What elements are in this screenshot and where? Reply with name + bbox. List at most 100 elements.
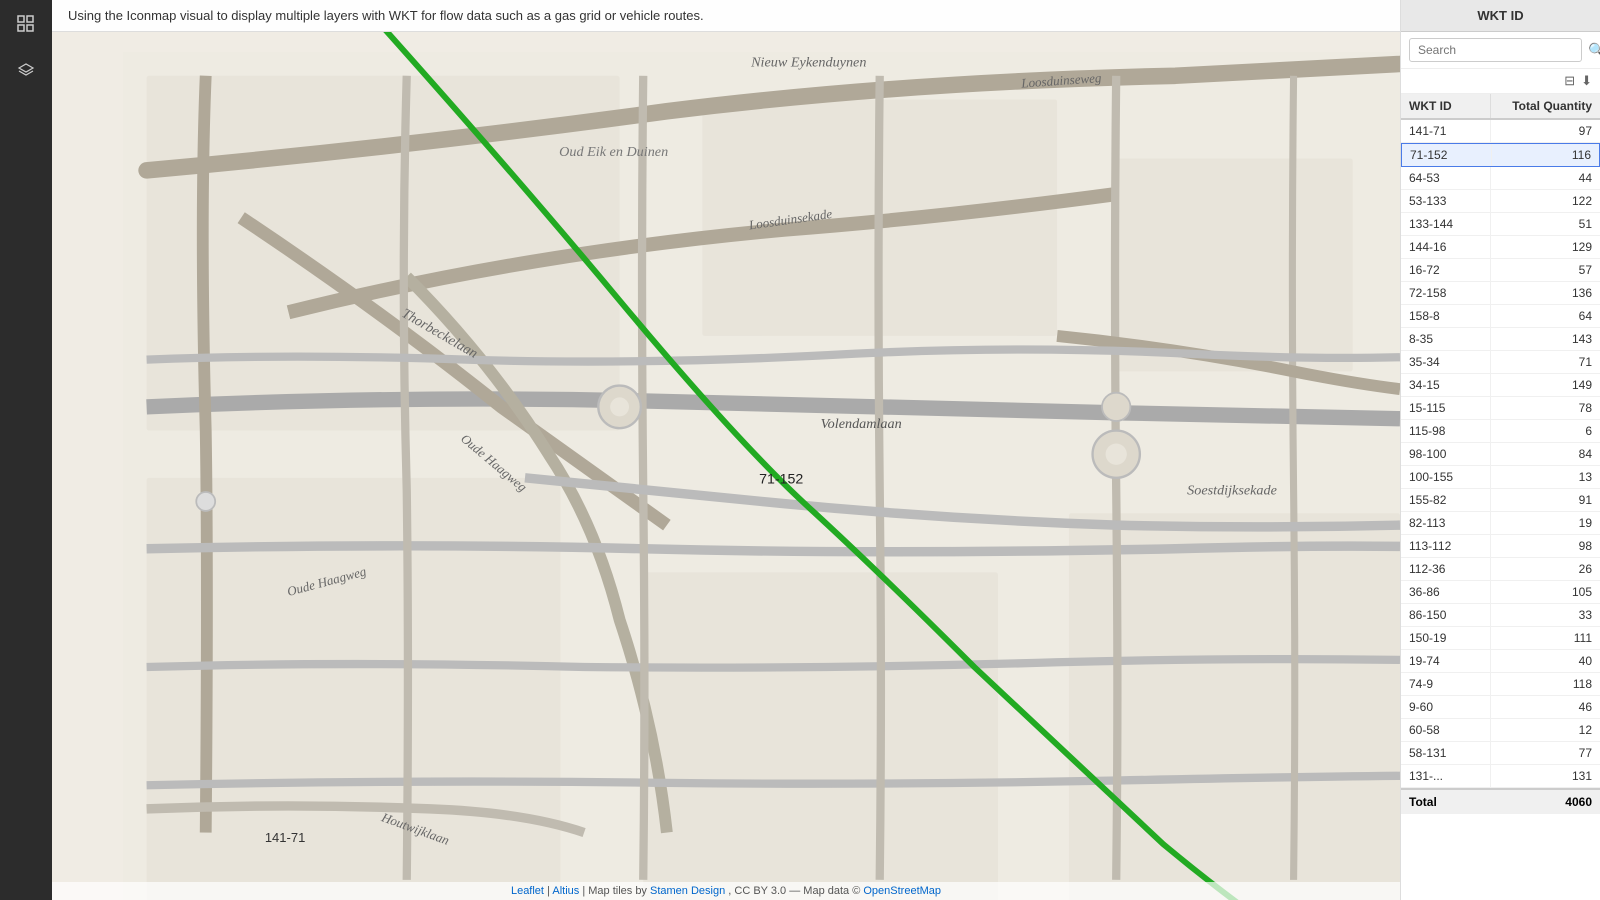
cell-wkt-id: 144-16 — [1401, 236, 1491, 258]
cell-total-qty: 57 — [1491, 259, 1600, 281]
table-row[interactable]: 155-8291 — [1401, 489, 1600, 512]
table-row[interactable]: 98-10084 — [1401, 443, 1600, 466]
svg-text:Volendamlaan: Volendamlaan — [821, 416, 902, 432]
cell-total-qty: 131 — [1491, 765, 1600, 787]
cell-wkt-id: 115-98 — [1401, 420, 1491, 442]
table-row[interactable]: 64-5344 — [1401, 167, 1600, 190]
cell-total-qty: 129 — [1491, 236, 1600, 258]
cell-wkt-id: 150-19 — [1401, 627, 1491, 649]
cell-wkt-id: 34-15 — [1401, 374, 1491, 396]
cell-wkt-id: 9-60 — [1401, 696, 1491, 718]
layers-icon[interactable] — [10, 52, 42, 84]
table-row[interactable]: 60-5812 — [1401, 719, 1600, 742]
osm-link[interactable]: OpenStreetMap — [863, 885, 941, 897]
table-row[interactable]: 100-15513 — [1401, 466, 1600, 489]
download-icon[interactable]: ⬇ — [1581, 73, 1592, 89]
cell-wkt-id: 15-115 — [1401, 397, 1491, 419]
table-row[interactable]: 8-35143 — [1401, 328, 1600, 351]
cell-total-qty: 71 — [1491, 351, 1600, 373]
cell-total-qty: 91 — [1491, 489, 1600, 511]
cell-total-qty: 84 — [1491, 443, 1600, 465]
cell-total-qty: 33 — [1491, 604, 1600, 626]
table-row[interactable]: 34-15149 — [1401, 374, 1600, 397]
table-row[interactable]: 58-13177 — [1401, 742, 1600, 765]
table-row[interactable]: 112-3626 — [1401, 558, 1600, 581]
table-row[interactable]: 82-11319 — [1401, 512, 1600, 535]
panel-title: WKT ID — [1401, 0, 1600, 32]
cell-wkt-id: 60-58 — [1401, 719, 1491, 741]
cell-wkt-id: 72-158 — [1401, 282, 1491, 304]
svg-text:Oud Eik en Duinen: Oud Eik en Duinen — [559, 144, 668, 160]
table-row[interactable]: 141-7197 — [1401, 120, 1600, 143]
table-row[interactable]: 131-...131 — [1401, 765, 1600, 788]
column-header-wkt-id: WKT ID — [1401, 94, 1491, 118]
table-row[interactable]: 19-7440 — [1401, 650, 1600, 673]
cell-total-qty: 19 — [1491, 512, 1600, 534]
grid-icon[interactable] — [10, 8, 42, 40]
cell-total-qty: 118 — [1491, 673, 1600, 695]
table-row[interactable]: 15-11578 — [1401, 397, 1600, 420]
cell-wkt-id: 133-144 — [1401, 213, 1491, 235]
cell-wkt-id: 64-53 — [1401, 167, 1491, 189]
altius-link[interactable]: Altius — [552, 885, 579, 897]
table-row[interactable]: 144-16129 — [1401, 236, 1600, 259]
cc-text: , CC BY 3.0 — [728, 885, 786, 897]
cell-total-qty: 64 — [1491, 305, 1600, 327]
table-row[interactable]: 36-86105 — [1401, 581, 1600, 604]
data-table: WKT ID Total Quantity 141-719771-1521166… — [1401, 94, 1600, 900]
table-row[interactable]: 9-6046 — [1401, 696, 1600, 719]
cell-total-qty: 98 — [1491, 535, 1600, 557]
table-row[interactable]: 35-3471 — [1401, 351, 1600, 374]
table-row[interactable]: 158-864 — [1401, 305, 1600, 328]
stamen-link[interactable]: Stamen Design — [650, 885, 725, 897]
cell-total-qty: 12 — [1491, 719, 1600, 741]
map-attribution: Leaflet | Altius | Map tiles by Stamen D… — [52, 882, 1400, 900]
cell-total-qty: 97 — [1491, 120, 1600, 142]
column-header-total-qty: Total Quantity — [1491, 94, 1600, 118]
cell-total-qty: 111 — [1491, 627, 1600, 649]
cell-wkt-id: 112-36 — [1401, 558, 1491, 580]
cell-wkt-id: 53-133 — [1401, 190, 1491, 212]
cell-total-qty: 40 — [1491, 650, 1600, 672]
cell-total-qty: 136 — [1491, 282, 1600, 304]
right-panel: WKT ID 🔍 ⊟ ⬇ WKT ID Total Quantity 141-7… — [1400, 0, 1600, 900]
footer-label: Total — [1401, 790, 1491, 814]
info-bar: Using the Iconmap visual to display mult… — [52, 0, 1400, 32]
cell-total-qty: 122 — [1491, 190, 1600, 212]
cell-wkt-id: 36-86 — [1401, 581, 1491, 603]
table-row[interactable]: 150-19111 — [1401, 627, 1600, 650]
table-row[interactable]: 16-7257 — [1401, 259, 1600, 282]
cell-wkt-id: 74-9 — [1401, 673, 1491, 695]
cell-total-qty: 46 — [1491, 696, 1600, 718]
filter-icon[interactable]: ⊟ — [1564, 73, 1575, 89]
leaflet-link[interactable]: Leaflet — [511, 885, 544, 897]
cell-total-qty: 77 — [1491, 742, 1600, 764]
cell-total-qty: 44 — [1491, 167, 1600, 189]
cell-wkt-id: 8-35 — [1401, 328, 1491, 350]
filter-row: ⊟ ⬇ — [1401, 69, 1600, 94]
table-row[interactable]: 86-15033 — [1401, 604, 1600, 627]
cell-total-qty: 116 — [1492, 144, 1599, 166]
table-row[interactable]: 71-152116 — [1401, 143, 1600, 167]
cell-total-qty: 105 — [1491, 581, 1600, 603]
cell-total-qty: 78 — [1491, 397, 1600, 419]
table-footer: Total 4060 — [1401, 788, 1600, 814]
cell-wkt-id: 58-131 — [1401, 742, 1491, 764]
svg-text:71-152: 71-152 — [759, 472, 803, 488]
table-row[interactable]: 72-158136 — [1401, 282, 1600, 305]
search-input[interactable] — [1409, 38, 1582, 62]
table-row[interactable]: 53-133122 — [1401, 190, 1600, 213]
table-header: WKT ID Total Quantity — [1401, 94, 1600, 120]
table-row[interactable]: 74-9118 — [1401, 673, 1600, 696]
map-container[interactable]: Nieuw Eykenduynen Loosduinseweg Oud Eik … — [52, 32, 1400, 900]
table-row[interactable]: 133-14451 — [1401, 213, 1600, 236]
cell-wkt-id: 141-71 — [1401, 120, 1491, 142]
table-row[interactable]: 113-11298 — [1401, 535, 1600, 558]
cell-wkt-id: 71-152 — [1402, 144, 1492, 166]
cell-wkt-id: 82-113 — [1401, 512, 1491, 534]
search-icon[interactable]: 🔍 — [1586, 40, 1600, 61]
cell-wkt-id: 113-112 — [1401, 535, 1491, 557]
svg-text:Soestdijksekade: Soestdijksekade — [1187, 482, 1277, 498]
cell-wkt-id: 100-155 — [1401, 466, 1491, 488]
table-row[interactable]: 115-986 — [1401, 420, 1600, 443]
